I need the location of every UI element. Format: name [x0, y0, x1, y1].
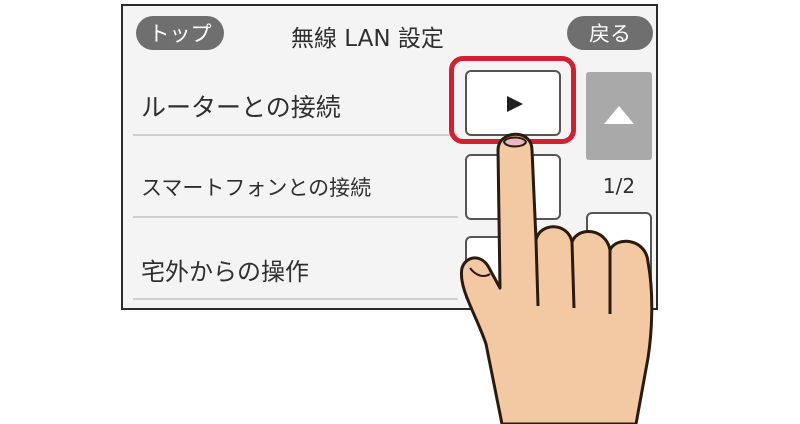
menu-item-remote-operation[interactable]: 宅外からの操作 — [141, 252, 309, 287]
back-button[interactable]: 戻る — [567, 16, 653, 50]
pointing-hand-illustration — [459, 132, 654, 424]
menu-item-smartphone-connection[interactable]: スマートフォンとの接続 — [141, 172, 371, 202]
row-divider — [133, 216, 458, 218]
top-button-label: トップ — [148, 22, 212, 46]
back-button-label: 戻る — [589, 22, 631, 46]
row-divider — [133, 298, 458, 300]
row-divider — [133, 134, 458, 136]
top-button[interactable]: トップ — [136, 16, 224, 50]
menu-item-router-connection[interactable]: ルーターとの接続 — [141, 88, 341, 124]
